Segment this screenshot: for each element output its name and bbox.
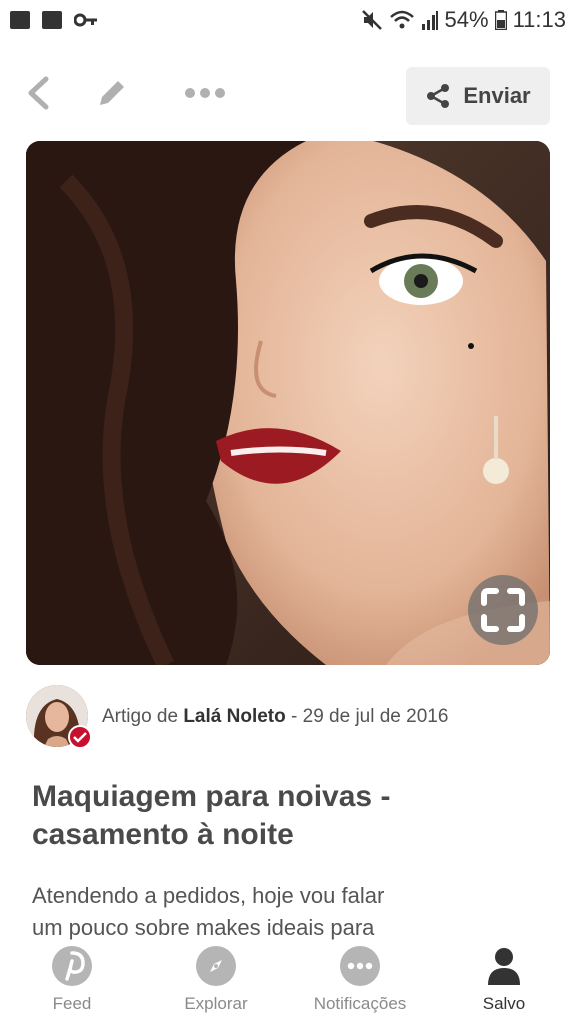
nav-label-saved: Salvo [482,994,526,1013]
checkmark-icon [73,732,87,743]
nav-item-saved[interactable]: Salvo [432,940,576,1024]
nav-item-notifications[interactable]: Notificações [288,940,432,1024]
pin-image[interactable] [26,141,550,665]
person-icon [484,946,524,986]
pencil-icon [100,81,124,105]
send-label: Enviar [463,83,531,108]
attribution-separator: - [285,706,303,727]
bottom-navigation: Feed Explorar Notificações Salvo [0,940,576,1024]
share-icon [427,84,450,108]
author-avatar-wrapper[interactable] [26,685,92,749]
mute-icon [361,10,382,30]
nav-label-feed: Feed [52,994,92,1013]
pin-title-line-2: casamento à noite [32,818,294,851]
more-options-button[interactable] [182,70,228,116]
cast-icon [10,11,30,29]
visual-search-button[interactable] [468,575,538,645]
pin-title: Maquiagem para noivas - casamento à noit… [32,778,542,854]
portrait-illustration [26,141,550,665]
wifi-icon [389,10,414,29]
nav-label-notifications: Notificações [313,994,407,1013]
verified-badge [68,725,92,749]
author-name[interactable]: Lalá Noleto [183,706,285,727]
pinterest-icon [52,946,92,986]
back-button[interactable] [18,70,58,116]
nav-item-feed[interactable]: Feed [0,940,144,1024]
pin-title-line-1: Maquiagem para noivas - [32,780,391,813]
pin-description-line-1: Atendendo a pedidos, hoje vou falar [32,883,385,908]
clock: 11:13 [512,7,566,32]
battery-icon [494,10,507,30]
chat-bubble-icon [340,946,380,986]
pin-description: Atendendo a pedidos, hoje vou falar um p… [32,880,542,944]
edit-button[interactable] [92,70,132,116]
key-icon [74,13,97,27]
top-bar: Enviar [0,62,576,125]
more-dots-icon [185,88,225,98]
attribution-text: Artigo de Lalá Noleto - 29 de jul de 201… [102,706,448,728]
nav-item-explore[interactable]: Explorar [144,940,288,1024]
gallery-icon [42,11,62,29]
pin-attribution: Artigo de Lalá Noleto - 29 de jul de 201… [26,685,556,749]
status-bar: 54% 11:13 [0,0,576,40]
signal-icon [421,11,438,30]
send-button[interactable]: Enviar [406,67,550,125]
chevron-left-icon [28,76,49,110]
publish-date: 29 de jul de 2016 [302,706,449,727]
nav-label-explore: Explorar [184,994,248,1013]
lens-scan-icon [481,588,525,632]
battery-percent: 54% [444,7,489,32]
compass-icon [196,946,236,986]
attribution-prefix: Artigo de [102,706,184,727]
